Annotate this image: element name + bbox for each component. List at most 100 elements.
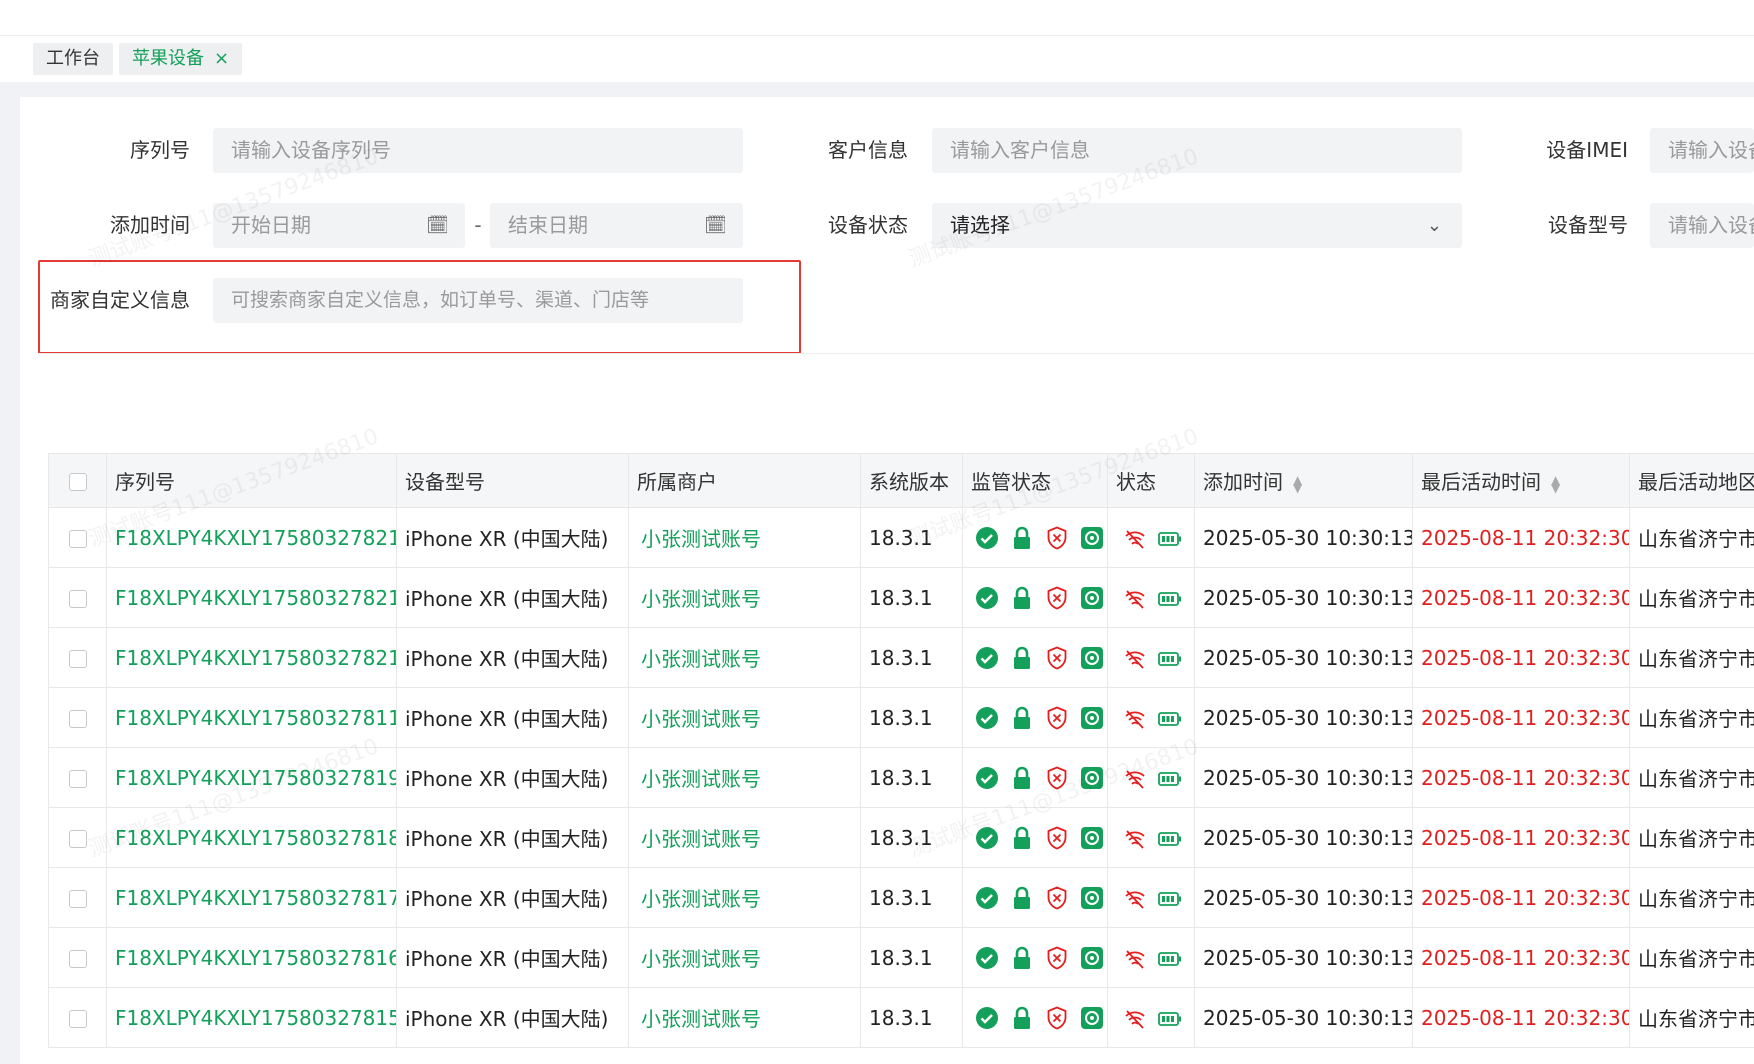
- shield-x-icon: [1047, 646, 1067, 670]
- tab-apple-devices[interactable]: 苹果设备 ×: [119, 43, 243, 75]
- row-select-cell: [48, 867, 107, 928]
- check-circle-icon: [976, 587, 998, 610]
- check-circle-icon: [976, 647, 998, 670]
- shield-x-icon: [1047, 706, 1067, 730]
- serial-link[interactable]: F18XLPY4KXLY17580327821: [106, 567, 397, 628]
- table-row: F18XLPY4KXLY17580327818 iPhone XR (中国大陆)…: [48, 807, 1754, 868]
- serial-input[interactable]: 请输入设备序列号: [213, 128, 743, 173]
- calendar-icon: 🗓: [704, 215, 727, 236]
- supervision-cell: [962, 627, 1108, 688]
- col-added[interactable]: 添加时间 ▲ ▼: [1194, 453, 1413, 508]
- end-date-input[interactable]: 结束日期 🗓: [490, 203, 743, 248]
- row-checkbox[interactable]: [69, 530, 87, 548]
- model-cell: iPhone XR (中国大陆): [396, 567, 629, 628]
- status-cell: [1107, 687, 1195, 748]
- battery-icon: [1158, 952, 1182, 966]
- highlight-box: [38, 260, 801, 354]
- status-cell: [1107, 867, 1195, 928]
- supervision-cell: [962, 867, 1108, 928]
- col-model: 设备型号: [396, 453, 629, 508]
- merchant-link[interactable]: 小张测试账号: [628, 807, 861, 868]
- table-row: F18XLPY4KXLY17580327815 iPhone XR (中国大陆)…: [48, 987, 1754, 1048]
- sort-icon[interactable]: ▲ ▼: [1551, 474, 1560, 494]
- last-active-cell: 2025-08-11 20:32:30: [1412, 687, 1630, 748]
- row-checkbox[interactable]: [69, 770, 87, 788]
- gear-badge-icon: [1081, 827, 1104, 850]
- merchant-link[interactable]: 小张测试账号: [628, 687, 861, 748]
- serial-label: 序列号: [130, 138, 190, 162]
- merchant-link[interactable]: 小张测试账号: [628, 627, 861, 688]
- wifi-off-icon: [1125, 530, 1145, 549]
- gear-badge-icon: [1081, 587, 1104, 610]
- merchant-link[interactable]: 小张测试账号: [628, 987, 861, 1048]
- customer-input[interactable]: 请输入客户信息: [932, 128, 1462, 173]
- battery-icon: [1158, 652, 1182, 666]
- gear-badge-icon: [1081, 947, 1104, 970]
- close-icon[interactable]: ×: [214, 48, 229, 69]
- region-cell: 山东省济宁市: [1629, 747, 1754, 808]
- wifi-off-icon: [1125, 770, 1145, 789]
- start-date-input[interactable]: 开始日期 🗓: [213, 203, 465, 248]
- os-cell: 18.3.1: [860, 747, 963, 808]
- serial-link[interactable]: F18XLPY4KXLY17580327811: [106, 687, 397, 748]
- serial-link[interactable]: F18XLPY4KXLY17580327821: [106, 507, 397, 568]
- row-checkbox[interactable]: [69, 650, 87, 668]
- row-checkbox[interactable]: [69, 950, 87, 968]
- os-cell: 18.3.1: [860, 927, 963, 988]
- customer-label: 客户信息: [828, 138, 908, 162]
- serial-link[interactable]: F18XLPY4KXLY17580327816: [106, 927, 397, 988]
- row-checkbox[interactable]: [69, 830, 87, 848]
- merchant-link[interactable]: 小张测试账号: [628, 507, 861, 568]
- row-select-cell: [48, 747, 107, 808]
- device-table: 序列号 设备型号 所属商户 系统版本 监管状态 状态 添加时间 ▲ ▼ 最后活动时间…: [48, 453, 1754, 1048]
- model-cell: iPhone XR (中国大陆): [396, 747, 629, 808]
- wifi-off-icon: [1125, 590, 1145, 609]
- serial-link[interactable]: F18XLPY4KXLY17580327818: [106, 807, 397, 868]
- serial-link[interactable]: F18XLPY4KXLY17580327817: [106, 867, 397, 928]
- select-all-cell: [48, 453, 107, 508]
- sort-icon[interactable]: ▲ ▼: [1293, 474, 1302, 494]
- add-time-label: 添加时间: [110, 213, 190, 237]
- merchant-link[interactable]: 小张测试账号: [628, 747, 861, 808]
- added-cell: 2025-05-30 10:30:13: [1194, 627, 1413, 688]
- status-cell: [1107, 507, 1195, 568]
- tab-workbench[interactable]: 工作台: [33, 43, 113, 75]
- row-checkbox[interactable]: [69, 590, 87, 608]
- serial-link[interactable]: F18XLPY4KXLY17580327821: [106, 627, 397, 688]
- region-cell: 山东省济宁市: [1629, 507, 1754, 568]
- lock-icon: [1014, 707, 1031, 730]
- model-cell: iPhone XR (中国大陆): [396, 807, 629, 868]
- merchant-link[interactable]: 小张测试账号: [628, 567, 861, 628]
- imei-input[interactable]: 请输入设备IMEI: [1650, 128, 1754, 173]
- last-active-cell: 2025-08-11 20:32:30: [1412, 567, 1630, 628]
- model-input[interactable]: 请输入设备型号: [1650, 203, 1754, 248]
- col-last-active[interactable]: 最后活动时间 ▲ ▼: [1412, 453, 1630, 508]
- col-added-label: 添加时间: [1203, 470, 1283, 494]
- supervision-cell: [962, 807, 1108, 868]
- merchant-link[interactable]: 小张测试账号: [628, 927, 861, 988]
- status-select[interactable]: 请选择 ⌄: [932, 203, 1462, 248]
- table-row: F18XLPY4KXLY17580327821 iPhone XR (中国大陆)…: [48, 507, 1754, 568]
- gear-badge-icon: [1081, 707, 1104, 730]
- lock-icon: [1014, 947, 1031, 970]
- region-cell: 山东省济宁市: [1629, 867, 1754, 928]
- region-cell: 山东省济宁市: [1629, 687, 1754, 748]
- battery-icon: [1158, 532, 1182, 546]
- added-cell: 2025-05-30 10:30:13: [1194, 987, 1413, 1048]
- lock-icon: [1014, 587, 1031, 610]
- serial-link[interactable]: F18XLPY4KXLY17580327815: [106, 987, 397, 1048]
- os-cell: 18.3.1: [860, 987, 963, 1048]
- row-checkbox[interactable]: [69, 1010, 87, 1028]
- supervision-cell: [962, 567, 1108, 628]
- serial-link[interactable]: F18XLPY4KXLY17580327819: [106, 747, 397, 808]
- col-serial: 序列号: [106, 453, 397, 508]
- wifi-off-icon: [1125, 710, 1145, 729]
- check-circle-icon: [976, 527, 998, 550]
- status-cell: [1107, 927, 1195, 988]
- wifi-off-icon: [1125, 650, 1145, 669]
- merchant-link[interactable]: 小张测试账号: [628, 867, 861, 928]
- row-checkbox[interactable]: [69, 890, 87, 908]
- check-circle-icon: [976, 767, 998, 790]
- select-all-checkbox[interactable]: [69, 473, 87, 491]
- row-checkbox[interactable]: [69, 710, 87, 728]
